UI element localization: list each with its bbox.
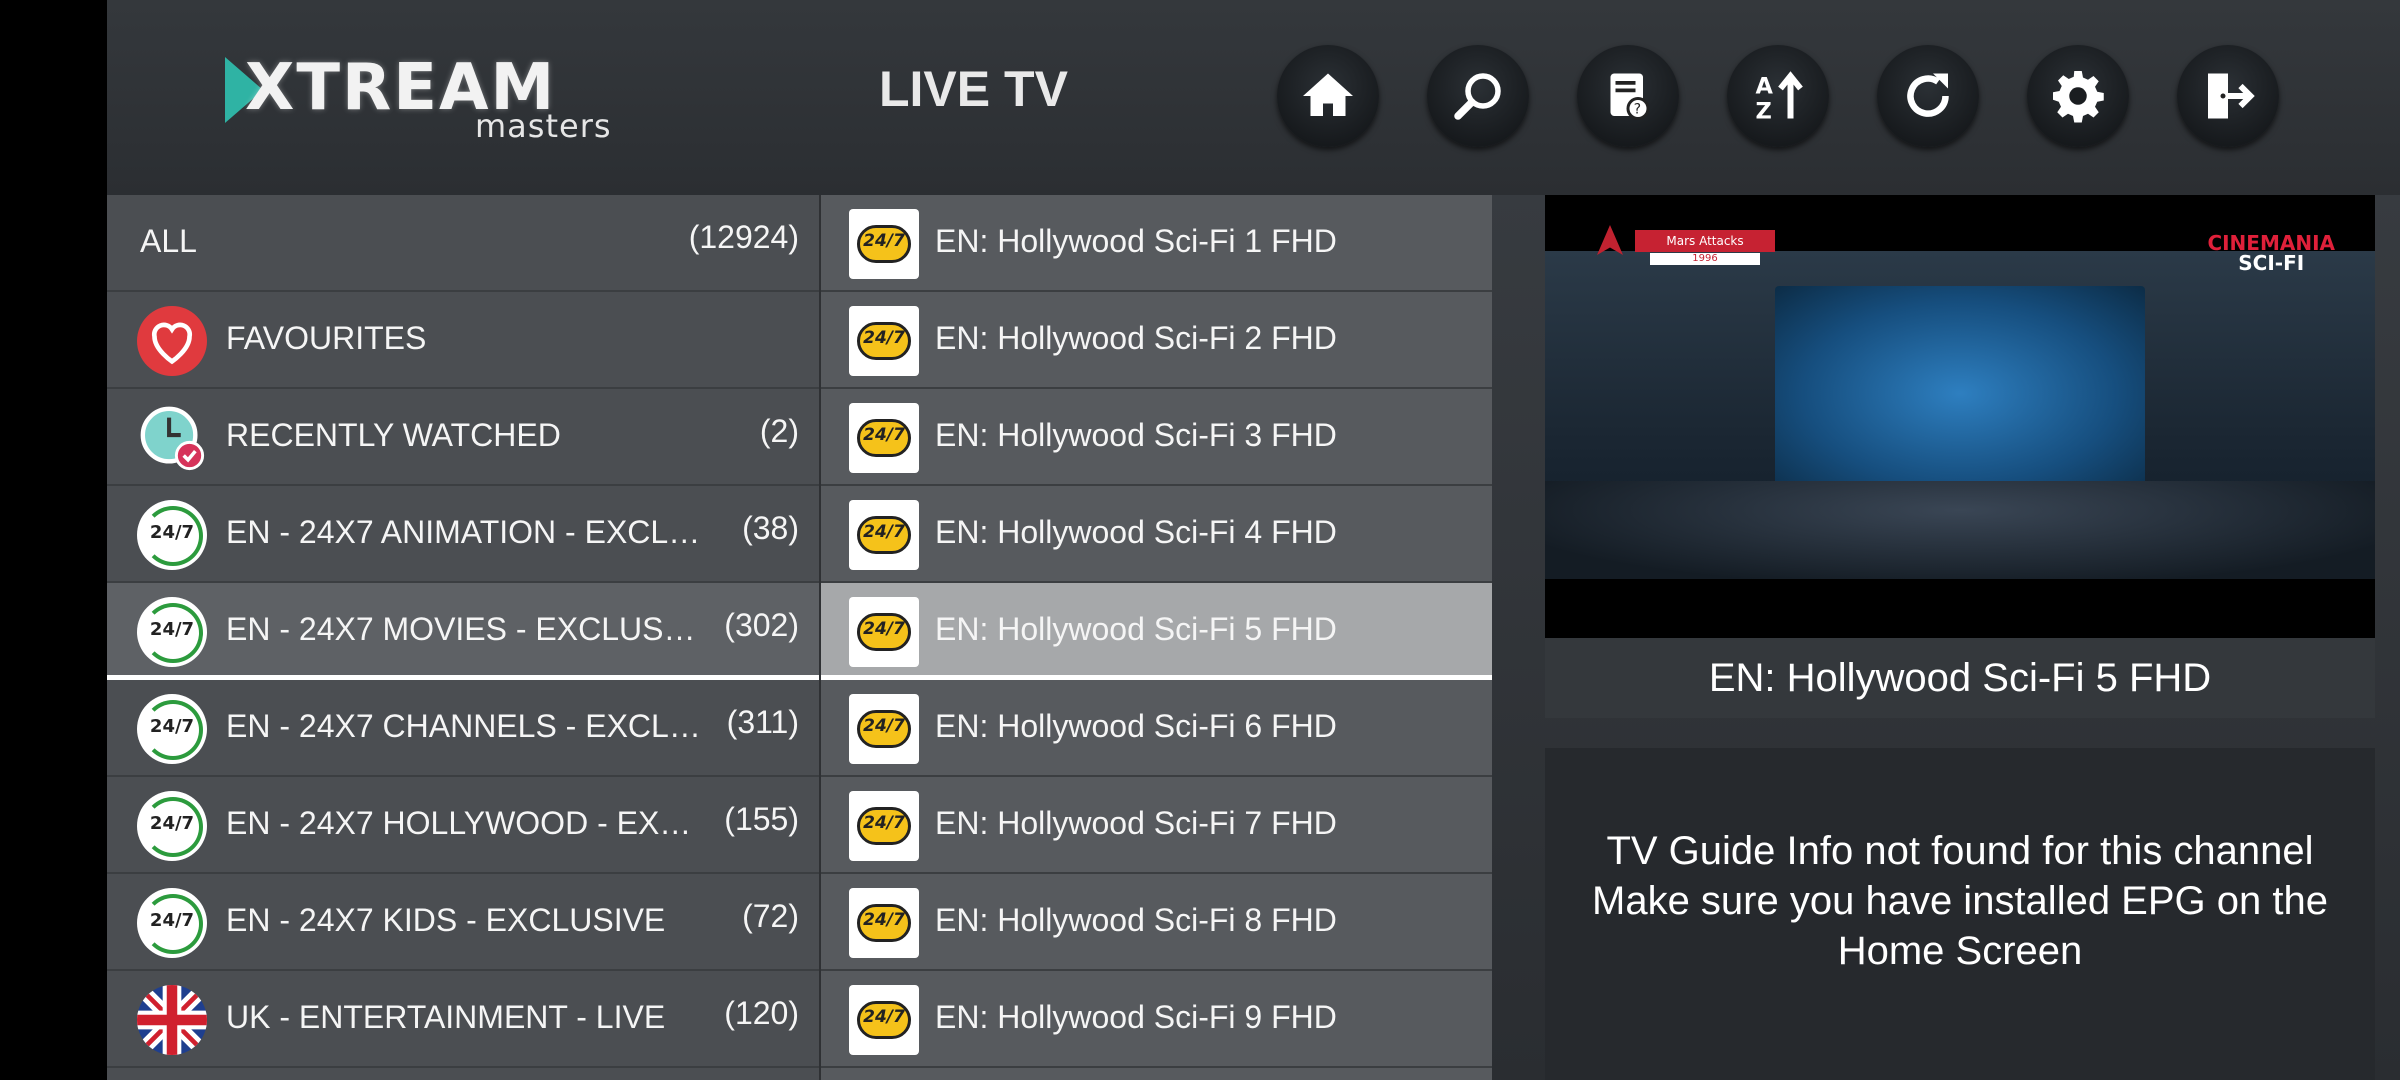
gear-icon [2053,71,2104,123]
exit-icon [2208,73,2255,119]
sort-az-icon: AZ [1756,71,1803,125]
category-label: EN - 24X7 KIDS - EXCLUSIVE [226,902,666,938]
category-label: ALL [140,223,197,259]
overlay-year: 1996 [1650,253,1760,265]
channel-label: EN: Hollywood Sci-Fi 6 FHD [935,708,1337,744]
channel-label: EN: Hollywood Sci-Fi 2 FHD [935,320,1337,356]
category-row-channels[interactable]: 24/7 EN - 24X7 CHANNELS - EXCL… (311) [107,680,819,777]
channel-row[interactable]: 24/7 EN: Hollywood Sci-Fi 8 FHD [821,874,1492,971]
epg-guide-button[interactable]: ? [1577,45,1679,147]
category-row-kids[interactable]: 24/7 EN - 24X7 KIDS - EXCLUSIVE (72) [107,874,819,971]
247-icon: 24/7 [137,694,207,764]
sort-button[interactable]: AZ [1727,45,1829,147]
guide-book-icon: ? [1610,73,1650,120]
247-icon: 24/7 [137,597,207,667]
channel-logo-icon: 24/7 [849,403,919,473]
category-count: (2) [759,413,799,449]
epg-message: TV Guide Info not found for this channel… [1592,829,2328,973]
channel-label: EN: Hollywood Sci-Fi 8 FHD [935,902,1337,938]
category-label: EN - 24X7 CHANNELS - EXCL… [226,708,701,744]
category-row-recently-watched[interactable]: RECENTLY WATCHED (2) [107,389,819,486]
channel-label: EN: Hollywood Sci-Fi 1 FHD [935,223,1337,259]
epg-info-panel: TV Guide Info not found for this channel… [1545,748,2375,1080]
search-icon [1454,73,1501,120]
category-count: (12924) [688,219,799,255]
home-button[interactable] [1277,45,1379,147]
category-row-uk-entertainment[interactable]: UK - ENTERTAINMENT - LIVE (120) [107,971,819,1068]
channel-row[interactable]: 24/7 EN: Hollywood Sci-Fi 7 FHD [821,777,1492,874]
svg-text:Z: Z [1756,99,1772,125]
category-label: EN - 24X7 HOLLYWOOD - EX… [226,805,692,841]
category-label: EN - 24X7 ANIMATION - EXCL… [226,514,701,550]
overlay-title: Mars Attacks [1635,230,1775,252]
heart-icon [137,306,207,376]
category-label: FAVOURITES [226,320,427,356]
channel-logo-icon: 24/7 [849,888,919,958]
category-label: RECENTLY WATCHED [226,417,561,453]
category-label: UK - ENTERTAINMENT - LIVE [226,999,666,1035]
channel-row[interactable]: 24/7 EN: Hollywood Sci-Fi 2 FHD [821,292,1492,389]
category-count: (311) [726,704,799,740]
category-row-animation[interactable]: 24/7 EN - 24X7 ANIMATION - EXCL… (38) [107,486,819,583]
page-title: LIVE TV [879,61,1068,117]
channel-brand-logo: CINEMANIA SCI-FI [2207,231,2335,275]
channel-row[interactable]: 24/7 EN: Hollywood Sci-Fi 6 FHD [821,680,1492,777]
category-row-hollywood[interactable]: 24/7 EN - 24X7 HOLLYWOOD - EX… (155) [107,777,819,874]
channel-logo-icon: 24/7 [849,500,919,570]
channel-row-selected[interactable]: 24/7 EN: Hollywood Sci-Fi 5 FHD [821,583,1492,680]
now-playing-title: EN: Hollywood Sci-Fi 5 FHD [1545,638,2375,718]
247-icon: 24/7 [137,888,207,958]
home-icon [1303,73,1353,116]
category-count: (120) [724,995,799,1031]
category-row-movies[interactable]: 24/7 EN - 24X7 MOVIES - EXCLUS… (302) [107,583,819,680]
channel-row[interactable]: 24/7 EN: Hollywood Sci-Fi 3 FHD [821,389,1492,486]
header-bar: XTREAM masters LIVE TV ? AZ [107,0,2400,195]
channel-logo-icon: 24/7 [849,597,919,667]
category-count: (38) [742,510,799,546]
channel-label: EN: Hollywood Sci-Fi 9 FHD [935,999,1337,1035]
category-count: (302) [724,607,799,643]
clock-icon [137,403,207,473]
category-count: (155) [724,801,799,837]
channel-label: EN: Hollywood Sci-Fi 7 FHD [935,805,1337,841]
channel-logo-icon: 24/7 [849,985,919,1055]
settings-button[interactable] [2027,45,2129,147]
search-button[interactable] [1427,45,1529,147]
247-icon: 24/7 [137,791,207,861]
channel-label: EN: Hollywood Sci-Fi 4 FHD [935,514,1337,550]
world-map-screen [1775,286,2145,501]
channel-row[interactable]: 24/7 EN: Hollywood Sci-Fi 9 FHD [821,971,1492,1068]
scene-floor [1545,481,2375,579]
channel-label: EN: Hollywood Sci-Fi 3 FHD [935,417,1337,453]
category-row-all[interactable]: ALL (12924) [107,195,819,292]
channel-row[interactable]: 24/7 EN: Hollywood Sci-Fi 1 FHD [821,195,1492,292]
refresh-button[interactable] [1877,45,1979,147]
logout-button[interactable] [2177,45,2279,147]
svg-text:?: ? [1634,102,1641,118]
category-label: EN - 24X7 MOVIES - EXCLUS… [226,611,696,647]
channel-list[interactable]: 24/7 EN: Hollywood Sci-Fi 1 FHD 24/7 EN:… [821,195,1492,1080]
channel-logo-icon: 24/7 [849,791,919,861]
channel-logo-icon: 24/7 [849,306,919,376]
app-window: XTREAM masters LIVE TV ? AZ ALL (12924) [107,0,2400,1080]
app-logo: XTREAM masters [225,51,695,145]
logo-sub-text: masters [475,107,612,145]
channel-logo-icon: 24/7 [849,694,919,764]
247-icon: 24/7 [137,500,207,570]
video-frame [1545,251,2375,579]
channel-label: EN: Hollywood Sci-Fi 5 FHD [935,611,1337,647]
category-row-favourites[interactable]: FAVOURITES [107,292,819,389]
category-count: (72) [742,898,799,934]
category-list[interactable]: ALL (12924) FAVOURITES RECENTLY WATCHED … [107,195,819,1080]
video-player[interactable]: Mars Attacks 1996 CINEMANIA SCI-FI [1545,195,2375,638]
svg-text:A: A [1756,74,1774,100]
channel-row[interactable]: 24/7 EN: Hollywood Sci-Fi 4 FHD [821,486,1492,583]
refresh-icon [1907,73,1949,117]
channel-logo-icon: 24/7 [849,209,919,279]
uk-flag-icon [137,985,207,1055]
